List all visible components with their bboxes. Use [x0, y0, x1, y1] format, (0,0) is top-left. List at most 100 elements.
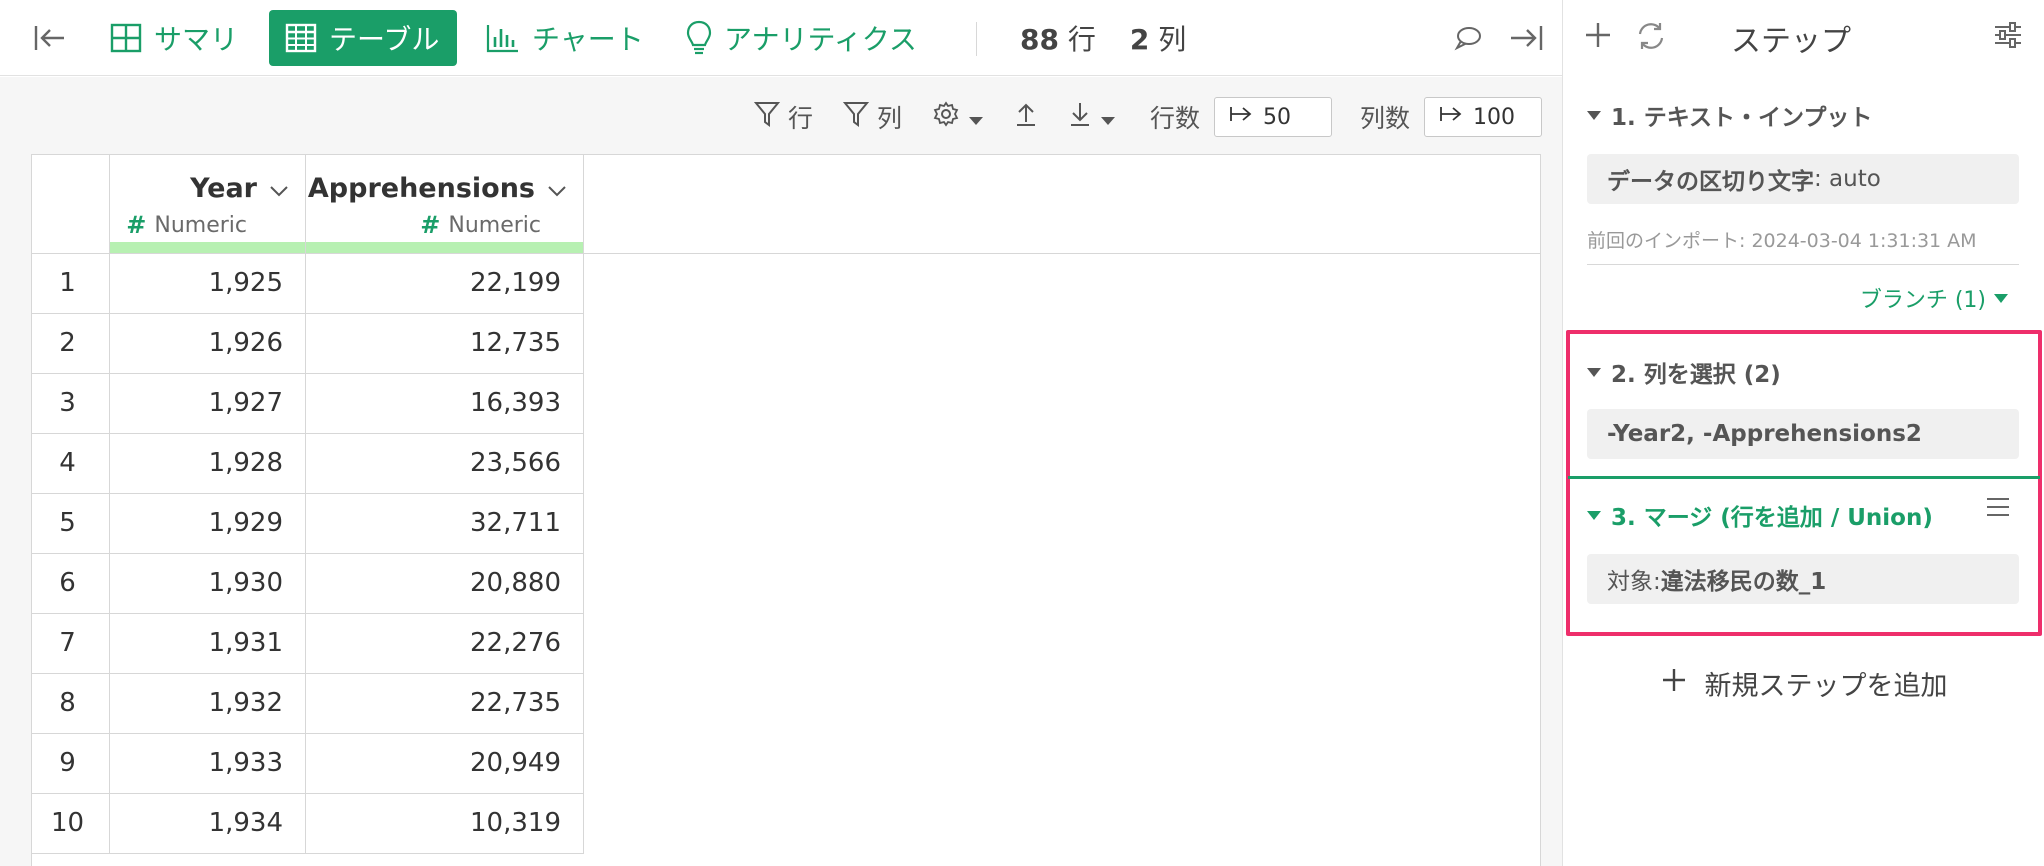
table-row: 4 1,928 23,566 [32, 434, 584, 494]
value-distribution-bar [306, 242, 583, 253]
download-icon [1068, 100, 1092, 134]
row-number-cell[interactable]: 2 [32, 314, 110, 373]
apprehensions-cell[interactable]: 10,319 [306, 794, 584, 853]
selected-step-indicator [1568, 476, 2040, 479]
table-row: 10 1,934 10,319 [32, 794, 584, 854]
caret-down-icon [1994, 293, 2008, 303]
tab-analytics[interactable]: アナリティクス [686, 0, 917, 76]
app-root: サマリ テーブル チャート アナリティクス 88 行 2 列 行 列 行数 50… [0, 0, 2044, 866]
filter-rows-button[interactable]: 行 [753, 99, 813, 135]
lightbulb-icon [686, 20, 712, 56]
column-header-year[interactable]: Year # Numeric [110, 155, 306, 253]
step-detail-value: 違法移民の数_1 [1660, 569, 1827, 595]
row-number-cell[interactable]: 1 [32, 254, 110, 313]
chevron-down-icon[interactable] [269, 173, 289, 204]
row-number-cell[interactable]: 5 [32, 494, 110, 553]
year-cell[interactable]: 1,933 [110, 734, 306, 793]
table-toolbar: 行 列 行数 50 列数 100 [724, 95, 1542, 139]
column-type: Numeric [154, 212, 247, 238]
step-detail[interactable]: データの区切り文字: auto [1587, 154, 2019, 204]
row-number-cell[interactable]: 3 [32, 374, 110, 433]
row-number-cell[interactable]: 7 [32, 614, 110, 673]
comment-icon[interactable] [1452, 0, 1484, 76]
tab-summary[interactable]: サマリ [110, 0, 238, 76]
collapse-right-icon[interactable] [1504, 0, 1548, 76]
step-detail[interactable]: -Year2, -Apprehensions2 [1587, 409, 2019, 459]
caret-down-icon[interactable] [1587, 110, 1601, 120]
year-cell[interactable]: 1,930 [110, 554, 306, 613]
table-row: 9 1,933 20,949 [32, 734, 584, 794]
step-detail[interactable]: 対象: 違法移民の数_1 [1587, 554, 2019, 604]
apprehensions-cell[interactable]: 22,735 [306, 674, 584, 733]
apprehensions-cell[interactable]: 32,711 [306, 494, 584, 553]
table-row: 3 1,927 16,393 [32, 374, 584, 434]
step-3[interactable]: 3. マージ (行を追加 / Union) 対象: 違法移民の数_1 [1587, 498, 2019, 604]
caret-down-icon [1100, 103, 1116, 132]
caret-down-icon [968, 103, 984, 132]
top-bar: サマリ テーブル チャート アナリティクス 88 行 2 列 [0, 0, 1562, 76]
apprehensions-cell[interactable]: 12,735 [306, 314, 584, 373]
step-title: 2. 列を選択 (2) [1611, 362, 1781, 388]
step-2[interactable]: 2. 列を選択 (2) -Year2, -Apprehensions2 [1587, 355, 2019, 459]
caret-down-icon[interactable] [1587, 367, 1601, 377]
refresh-icon[interactable] [1635, 20, 1667, 56]
apprehensions-cell[interactable]: 20,880 [306, 554, 584, 613]
filter-columns-label: 列 [876, 104, 902, 133]
steps-panel-title: ステップ [1731, 24, 1851, 59]
year-cell[interactable]: 1,931 [110, 614, 306, 673]
rows-label: 行数 [1149, 104, 1200, 133]
branch-dropdown[interactable]: ブランチ (1) [1860, 282, 2008, 314]
step-detail-label: データの区切り文字 [1607, 169, 1814, 195]
tab-table-label: テーブル [329, 23, 440, 56]
apprehensions-cell[interactable]: 16,393 [306, 374, 584, 433]
dataset-size: 88 行 2 列 [1020, 0, 1186, 76]
download-dropdown[interactable] [1068, 100, 1116, 134]
year-cell[interactable]: 1,932 [110, 674, 306, 733]
topbar-divider [976, 22, 977, 56]
row-count: 88 行 [1020, 23, 1096, 56]
row-number-cell[interactable]: 6 [32, 554, 110, 613]
columns-limit-input[interactable]: 100 [1424, 97, 1542, 137]
step-detail-label: 対象: [1607, 569, 1661, 595]
tab-chart[interactable]: チャート [486, 0, 644, 76]
row-number-cell[interactable]: 10 [32, 794, 110, 853]
caret-down-icon[interactable] [1587, 510, 1601, 520]
row-number-cell[interactable]: 8 [32, 674, 110, 733]
last-import-time: 前回のインポート: 2024-03-04 1:31:31 AM [1587, 230, 1977, 252]
year-cell[interactable]: 1,925 [110, 254, 306, 313]
apprehensions-cell[interactable]: 20,949 [306, 734, 584, 793]
column-header-apprehensions[interactable]: Apprehensions # Numeric [306, 155, 584, 253]
tab-chart-label: チャート [532, 23, 644, 56]
row-number-cell[interactable]: 4 [32, 434, 110, 493]
year-cell[interactable]: 1,928 [110, 434, 306, 493]
rows-limit-input[interactable]: 50 [1213, 97, 1332, 137]
year-cell[interactable]: 1,927 [110, 374, 306, 433]
summary-grid-icon [110, 23, 142, 53]
apprehensions-cell[interactable]: 22,276 [306, 614, 584, 673]
collapse-left-icon[interactable] [28, 0, 72, 76]
apprehensions-cell[interactable]: 23,566 [306, 434, 584, 493]
divider [1587, 264, 2019, 265]
apprehensions-cell[interactable]: 22,199 [306, 254, 584, 313]
step-detail-value: -Year2, -Apprehensions2 [1607, 421, 1922, 447]
table-row: 5 1,929 32,711 [32, 494, 584, 554]
year-cell[interactable]: 1,934 [110, 794, 306, 853]
sliders-icon[interactable] [1993, 20, 2023, 54]
chevron-down-icon[interactable] [547, 173, 567, 204]
tab-table[interactable]: テーブル [269, 10, 458, 66]
branch-label: ブランチ (1) [1859, 288, 1986, 313]
columns-limit-value: 100 [1473, 104, 1515, 130]
year-cell[interactable]: 1,929 [110, 494, 306, 553]
step-1[interactable]: 1. テキスト・インプット データの区切り文字: auto 前回のインポート: … [1587, 98, 2019, 253]
table-row: 2 1,926 12,735 [32, 314, 584, 374]
column-count: 2 列 [1129, 23, 1187, 56]
settings-dropdown[interactable] [932, 100, 984, 134]
add-step-button[interactable]: 新規ステップを追加 [1563, 664, 2044, 703]
upload-button[interactable] [1014, 100, 1038, 134]
row-number-cell[interactable]: 9 [32, 734, 110, 793]
year-cell[interactable]: 1,926 [110, 314, 306, 373]
bar-chart-icon [486, 23, 520, 53]
plus-icon[interactable] [1583, 20, 1613, 54]
hamburger-menu-icon[interactable] [1985, 496, 2011, 522]
filter-columns-button[interactable]: 列 [842, 99, 902, 135]
